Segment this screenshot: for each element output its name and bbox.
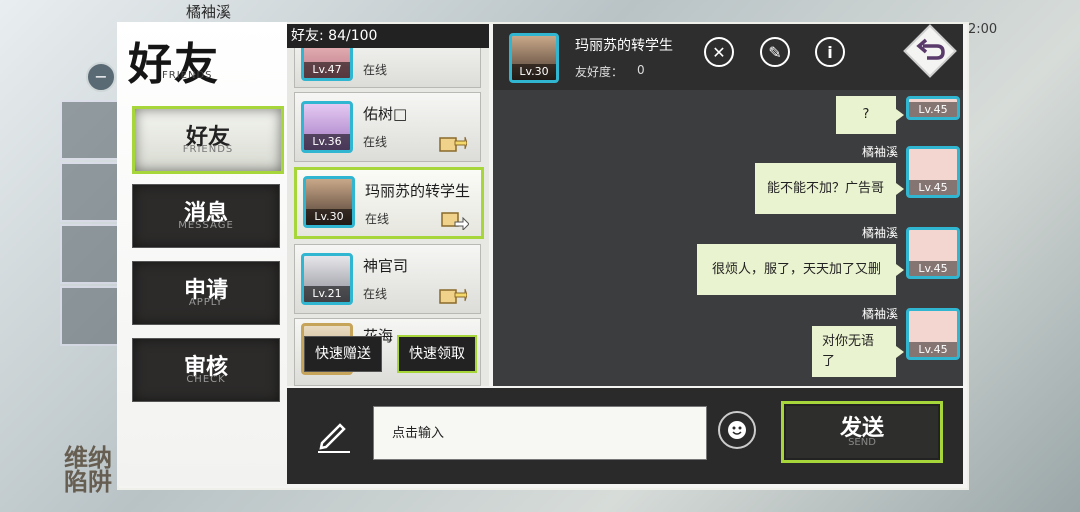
friend-status: 在线 bbox=[363, 287, 388, 301]
sender-avatar: Lv.45 bbox=[906, 308, 960, 360]
chat-message: 能不能不加？广告哥 bbox=[755, 163, 904, 214]
partner-level: Lv.30 bbox=[512, 64, 556, 80]
gift-send-icon[interactable] bbox=[439, 283, 467, 305]
tab-label-en: MESSAGE bbox=[178, 219, 234, 231]
avatar: Lv.30 bbox=[303, 176, 355, 228]
friend-name: 玛丽苏的转学生 bbox=[365, 182, 471, 200]
friend-level: Lv.21 bbox=[304, 286, 350, 302]
sender-level: Lv.45 bbox=[909, 261, 957, 276]
rename-button[interactable]: ✎ bbox=[760, 37, 790, 67]
sender-name: 橘袖溪 bbox=[861, 145, 898, 159]
message-text: 能不能不加？广告哥 bbox=[766, 180, 884, 196]
message-text: 很烦人，服了，天天加了又删 bbox=[711, 261, 881, 277]
sender-avatar: Lv.45 bbox=[906, 227, 960, 279]
delete-friend-button[interactable]: ✕ bbox=[704, 37, 734, 67]
friend-list-item[interactable]: Lv.21 神官司 在线 bbox=[294, 244, 481, 314]
sender-name: 橘袖溪 bbox=[861, 307, 898, 321]
tab-label-en: APPLY bbox=[188, 296, 224, 308]
pencil-icon: ✎ bbox=[768, 42, 782, 62]
tab-friends[interactable]: 好友 FRIENDS bbox=[132, 106, 284, 174]
info-icon: i bbox=[827, 42, 833, 62]
page-title-en: FRIENDS bbox=[162, 70, 213, 81]
friend-level: Lv.36 bbox=[304, 134, 350, 150]
chat-message: 很烦人，服了，天天加了又删 bbox=[697, 244, 904, 295]
tab-apply[interactable]: 申请 APPLY bbox=[132, 261, 280, 325]
game-logo: 维纳 陷阱 bbox=[64, 443, 112, 496]
emoji-button[interactable] bbox=[718, 411, 756, 449]
affinity-label: 友好度： bbox=[575, 65, 624, 79]
quick-receive-button[interactable]: 快速领取 bbox=[397, 335, 477, 373]
friend-status: 在线 bbox=[363, 135, 388, 149]
minus-icon: − bbox=[86, 62, 116, 92]
tab-label-en: FRIENDS bbox=[182, 143, 234, 155]
sender-level: Lv.45 bbox=[909, 180, 957, 195]
friend-list-item[interactable]: Lv.36 佑树□ 在线 bbox=[294, 92, 481, 162]
edit-icon[interactable] bbox=[314, 415, 354, 455]
friend-level: Lv.47 bbox=[304, 62, 350, 78]
send-button[interactable]: 发送 SEND bbox=[781, 401, 943, 463]
sender-level: Lv.45 bbox=[909, 102, 957, 117]
friend-level: Lv.30 bbox=[306, 209, 352, 225]
sender-name: 橘袖溪 bbox=[861, 226, 898, 240]
page-title: 好友 bbox=[128, 39, 220, 90]
friend-status: 在线 bbox=[365, 212, 390, 226]
sender-level: Lv.45 bbox=[909, 342, 957, 357]
partner-name: 玛丽苏的转学生 bbox=[575, 38, 673, 54]
background-character-card bbox=[60, 162, 124, 222]
background-character-card bbox=[60, 224, 124, 284]
send-label-en: SEND bbox=[848, 436, 876, 448]
friend-list-item-selected[interactable]: Lv.30 玛丽苏的转学生 在线 bbox=[294, 167, 484, 239]
message-text: 对你无语了 bbox=[822, 333, 875, 369]
chat-message: ? bbox=[836, 96, 904, 134]
quick-send-button[interactable]: 快速赠送 bbox=[304, 336, 382, 372]
background-clock: 2:00 bbox=[968, 22, 998, 37]
background-character-card bbox=[60, 100, 124, 160]
friend-name: 神官司 bbox=[363, 257, 409, 275]
gift-send-icon[interactable] bbox=[439, 131, 467, 153]
message-input[interactable]: 点击输入 bbox=[373, 406, 707, 460]
background-character-card bbox=[60, 286, 124, 346]
tab-label-en: CHECK bbox=[186, 373, 226, 385]
close-icon: ✕ bbox=[712, 42, 726, 62]
message-text: ? bbox=[862, 107, 870, 122]
back-button[interactable] bbox=[899, 20, 961, 82]
avatar: Lv.21 bbox=[301, 253, 353, 305]
friend-name: 佑树□ bbox=[363, 105, 408, 123]
tab-check[interactable]: 审核 CHECK bbox=[132, 338, 280, 402]
sender-avatar: Lv.45 bbox=[906, 146, 960, 198]
info-button[interactable]: i bbox=[815, 37, 845, 67]
tab-message[interactable]: 消息 MESSAGE bbox=[132, 184, 280, 248]
affinity-value: 0 bbox=[637, 63, 645, 77]
chat-message: 对你无语了 bbox=[812, 326, 904, 377]
sender-avatar: Lv.45 bbox=[906, 96, 960, 120]
gift-receive-icon[interactable] bbox=[441, 208, 469, 230]
friend-status: 在线 bbox=[363, 63, 388, 77]
emoji-icon bbox=[728, 421, 746, 439]
avatar: Lv.36 bbox=[301, 101, 353, 153]
partner-avatar[interactable]: Lv.30 bbox=[509, 33, 559, 83]
background-player-name: 橘袖溪 bbox=[186, 3, 232, 21]
friend-count: 好友: 84/100 bbox=[287, 24, 489, 48]
